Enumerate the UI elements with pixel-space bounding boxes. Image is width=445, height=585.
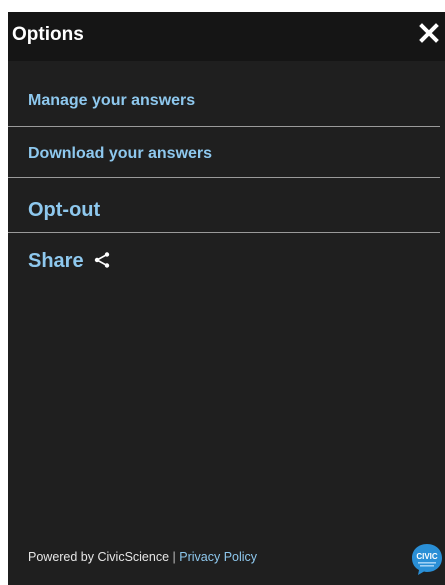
opt-out-label: Opt-out — [28, 199, 101, 221]
options-panel: Options Manage your answers Download you… — [8, 12, 445, 585]
powered-by-text: Powered by CivicScience — [28, 550, 170, 564]
options-header: Options — [8, 12, 445, 61]
footer-separator: | — [172, 550, 176, 564]
footer: Powered by CivicScience | Privacy Policy — [28, 550, 257, 564]
share-icon — [94, 252, 110, 268]
opt-out-link[interactable]: Opt-out — [8, 178, 440, 233]
privacy-policy-link[interactable]: Privacy Policy — [179, 550, 257, 564]
logo-text: CIVIC — [416, 552, 438, 561]
close-icon[interactable] — [418, 22, 440, 44]
share-label: Share — [28, 250, 84, 272]
share-link[interactable]: Share — [8, 233, 440, 273]
options-title: Options — [12, 24, 84, 45]
download-answers-label: Download your answers — [28, 145, 213, 162]
civicscience-logo-icon[interactable]: CIVIC — [410, 542, 444, 576]
options-menu: Manage your answers Download your answer… — [8, 82, 440, 273]
manage-answers-label: Manage your answers — [28, 92, 196, 109]
download-answers-link[interactable]: Download your answers — [8, 127, 440, 178]
manage-answers-link[interactable]: Manage your answers — [8, 82, 440, 127]
